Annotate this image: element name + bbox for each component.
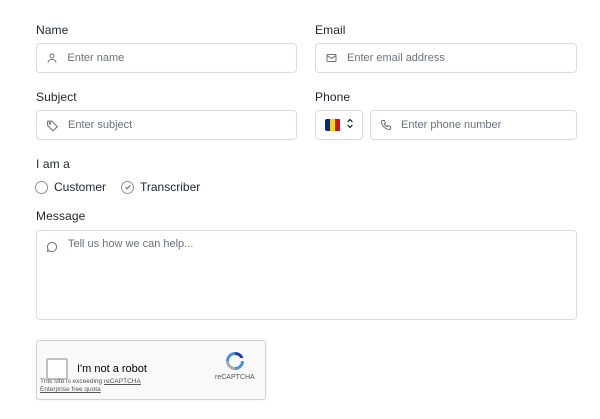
chevron-up-down-icon <box>346 116 354 134</box>
name-label: Name <box>36 23 69 37</box>
recaptcha-logo-icon <box>223 349 247 373</box>
phone-icon <box>380 118 392 132</box>
enterprise-quota-link[interactable]: Enterprise free quota <box>40 386 101 393</box>
recaptcha-brand: reCAPTCHA <box>215 374 255 381</box>
name-field[interactable] <box>36 43 297 73</box>
transcriber-radio[interactable] <box>121 180 134 194</box>
message-label: Message <box>36 209 86 223</box>
tag-icon <box>46 118 59 132</box>
message-textarea[interactable] <box>68 238 568 311</box>
subject-field[interactable] <box>36 110 297 140</box>
transcriber-radio-label: Transcriber <box>140 180 201 194</box>
customer-radio-label: Customer <box>54 180 107 194</box>
recaptcha-widget: I'm not a robot reCAPTCHA This site is e… <box>36 340 266 400</box>
customer-radio[interactable] <box>35 180 48 194</box>
role-option-customer[interactable]: Customer <box>35 180 106 194</box>
user-icon <box>46 51 58 65</box>
phone-input[interactable] <box>401 111 576 139</box>
phone-field[interactable] <box>370 110 577 140</box>
subject-input[interactable] <box>68 111 296 139</box>
phone-label: Phone <box>315 90 351 104</box>
subject-label: Subject <box>36 90 77 104</box>
check-icon <box>124 184 131 190</box>
romania-flag-icon <box>324 119 341 131</box>
recaptcha-label: I'm not a robot <box>77 363 147 375</box>
mail-icon <box>325 51 338 65</box>
email-label: Email <box>315 23 346 37</box>
role-option-transcriber[interactable]: Transcriber <box>121 180 200 194</box>
role-label: I am a <box>36 157 70 171</box>
country-code-select[interactable] <box>315 110 363 140</box>
email-field[interactable] <box>315 43 577 73</box>
message-field[interactable] <box>36 230 577 320</box>
name-input[interactable] <box>67 44 296 72</box>
recaptcha-link[interactable]: reCAPTCHA <box>104 378 141 385</box>
recaptcha-quota-note: This site is exceeding reCAPTCHA Enterpr… <box>40 378 170 394</box>
recaptcha-note-prefix: This site is exceeding <box>40 378 104 385</box>
email-input[interactable] <box>347 44 576 72</box>
recaptcha-checkbox[interactable] <box>46 358 68 380</box>
chat-bubble-icon <box>46 240 60 254</box>
